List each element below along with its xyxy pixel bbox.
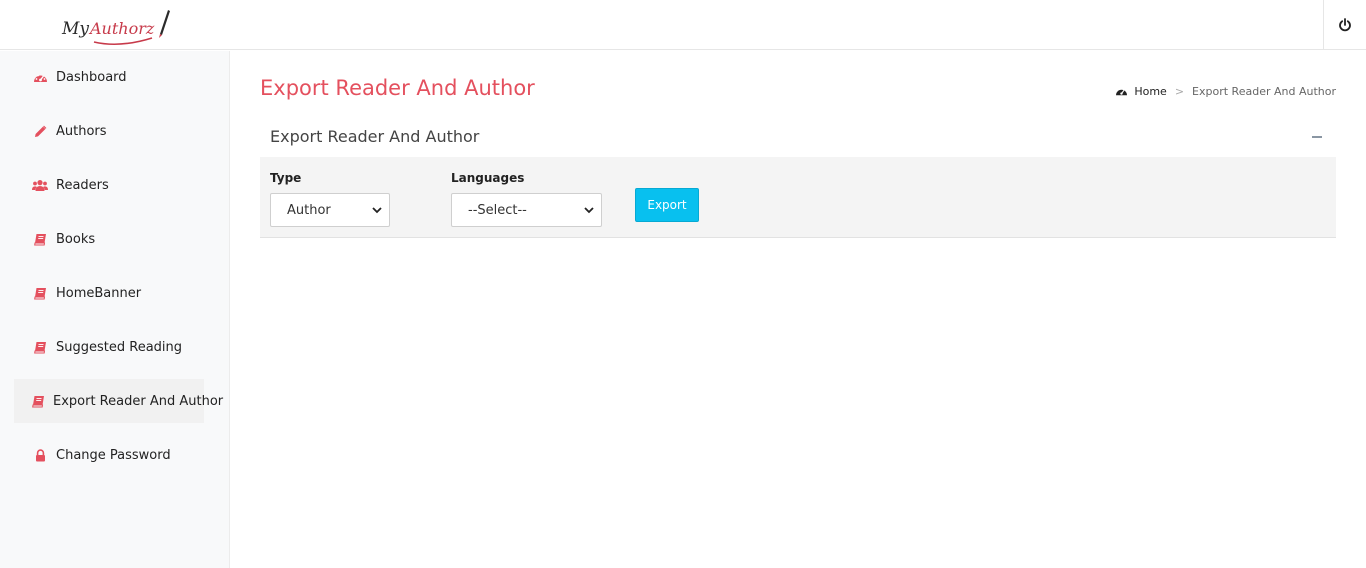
svg-text:Authorz: Authorz bbox=[88, 19, 155, 38]
users-icon bbox=[32, 177, 48, 193]
sidebar-item-label: HomeBanner bbox=[56, 285, 142, 301]
sidebar-item-label: Suggested Reading bbox=[56, 339, 183, 355]
logout-button[interactable] bbox=[1323, 0, 1366, 50]
sidebar-item-dashboard[interactable]: Dashboard bbox=[14, 55, 204, 99]
chevron-down-icon bbox=[372, 207, 382, 214]
book-icon bbox=[32, 285, 48, 301]
sidebar-item-books[interactable]: Books bbox=[14, 217, 204, 261]
page-title: Export Reader And Author bbox=[260, 76, 535, 100]
book-icon bbox=[32, 393, 45, 409]
card-title: Export Reader And Author bbox=[270, 127, 480, 146]
card-header: Export Reader And Author bbox=[260, 119, 1336, 157]
sidebar-item-homebanner[interactable]: HomeBanner bbox=[14, 271, 204, 315]
breadcrumb-separator: > bbox=[1174, 85, 1185, 98]
chevron-down-icon bbox=[584, 207, 594, 214]
sidebar-item-suggested-reading[interactable]: Suggested Reading bbox=[14, 325, 204, 369]
sidebar-item-label: Books bbox=[56, 231, 96, 247]
type-select[interactable]: Author bbox=[270, 193, 390, 227]
breadcrumb-home-link[interactable]: Home bbox=[1134, 85, 1166, 98]
collapse-button[interactable] bbox=[1312, 136, 1322, 138]
svg-text:My: My bbox=[61, 19, 89, 39]
export-card: Export Reader And Author Type Author Lan… bbox=[260, 119, 1336, 238]
languages-label: Languages bbox=[451, 171, 525, 185]
pencil-icon bbox=[32, 123, 48, 139]
sidebar-item-change-password[interactable]: Change Password bbox=[14, 433, 204, 477]
main-content: Export Reader And Author Home > Export R… bbox=[231, 51, 1366, 568]
logo[interactable]: My Authorz bbox=[60, 4, 172, 48]
sidebar-item-label: Dashboard bbox=[56, 69, 127, 85]
power-icon bbox=[1339, 18, 1351, 32]
breadcrumb-current: Export Reader And Author bbox=[1192, 85, 1336, 98]
export-button[interactable]: Export bbox=[635, 188, 699, 222]
breadcrumb: Home > Export Reader And Author bbox=[1115, 85, 1336, 98]
languages-select[interactable]: --Select-- bbox=[451, 193, 602, 227]
card-body: Type Author Languages --Select-- Export bbox=[260, 157, 1336, 238]
languages-select-value: --Select-- bbox=[468, 202, 527, 218]
sidebar-item-label: Export Reader And Author bbox=[53, 393, 224, 409]
book-icon bbox=[32, 339, 48, 355]
dashboard-icon bbox=[1116, 89, 1128, 96]
sidebar-item-label: Readers bbox=[56, 177, 109, 193]
sidebar: Dashboard Authors Readers Books HomeBann… bbox=[0, 51, 230, 568]
sidebar-item-export-reader-and-author[interactable]: Export Reader And Author bbox=[14, 379, 223, 423]
type-label: Type bbox=[270, 171, 302, 185]
type-select-value: Author bbox=[287, 202, 331, 218]
top-bar: My Authorz bbox=[0, 0, 1366, 50]
sidebar-item-readers[interactable]: Readers bbox=[14, 163, 204, 207]
sidebar-item-authors[interactable]: Authors bbox=[14, 109, 204, 153]
book-icon bbox=[32, 231, 48, 247]
lock-icon bbox=[32, 447, 48, 463]
dashboard-icon bbox=[32, 69, 48, 85]
sidebar-item-label: Authors bbox=[56, 123, 107, 139]
sidebar-item-label: Change Password bbox=[56, 447, 171, 463]
